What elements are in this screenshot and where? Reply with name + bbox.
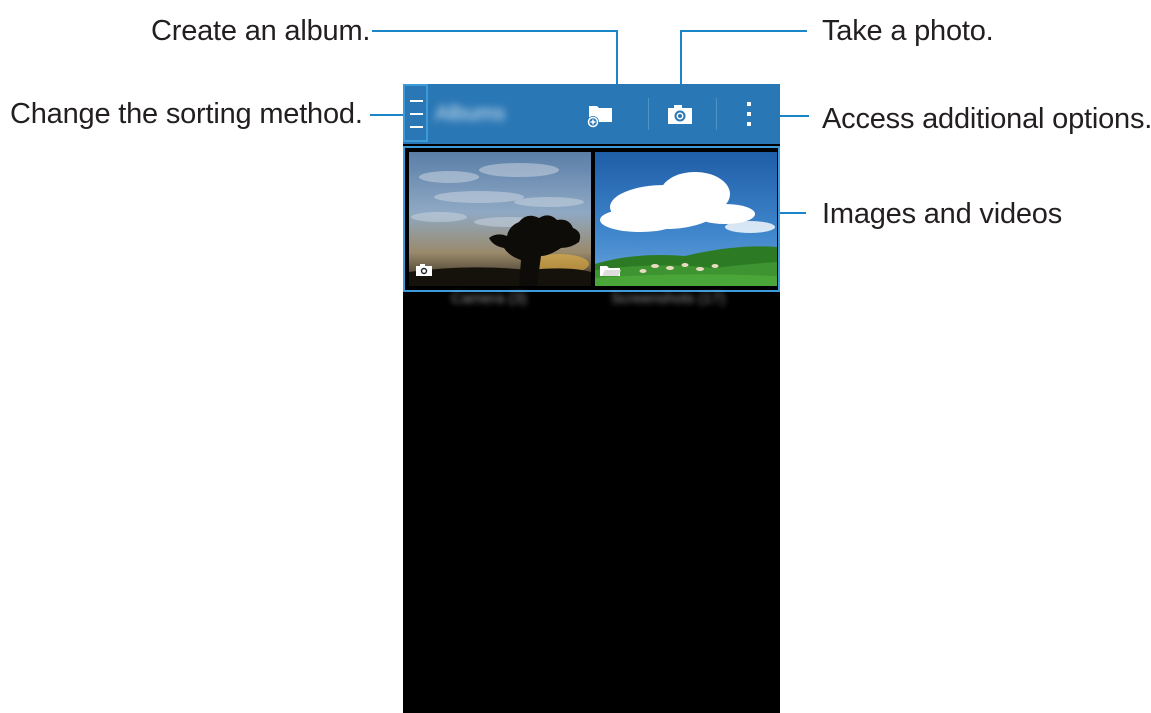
menu-bar-icon <box>410 113 423 115</box>
callout-images-videos: Images and videos <box>822 198 1063 230</box>
folder-icon <box>600 266 621 276</box>
camera-type-icon <box>416 264 432 276</box>
action-bar: Albums <box>403 84 780 144</box>
camera-icon[interactable] <box>665 98 695 130</box>
album-thumbnail-camera[interactable] <box>409 152 591 286</box>
callout-change-sorting: Change the sorting method. <box>10 98 363 130</box>
create-album-leader-horizontal <box>372 30 618 32</box>
more-options-icon[interactable] <box>739 98 759 130</box>
action-bar-divider <box>648 98 649 130</box>
callout-create-album: Create an album. <box>151 15 371 47</box>
album-label-camera: Camera (3) <box>451 290 527 307</box>
callout-take-photo: Take a photo. <box>822 15 994 47</box>
gallery-screen: Albums Camera (3) Screenshots (17) <box>403 84 780 713</box>
create-album-icon[interactable] <box>586 98 616 130</box>
action-bar-divider <box>716 98 717 130</box>
callout-additional-options: Access additional options. <box>822 103 1151 135</box>
take-photo-leader-horizontal <box>680 30 807 32</box>
album-label-screenshots: Screenshots (17) <box>611 290 726 307</box>
menu-bar-icon <box>410 100 423 102</box>
sort-method-button[interactable] <box>403 84 428 142</box>
action-bar-title: Albums <box>435 102 506 125</box>
album-thumbnail-screenshots[interactable] <box>595 152 777 286</box>
images-leader <box>780 212 806 214</box>
menu-bar-icon <box>410 126 423 128</box>
sorting-leader <box>370 114 403 116</box>
